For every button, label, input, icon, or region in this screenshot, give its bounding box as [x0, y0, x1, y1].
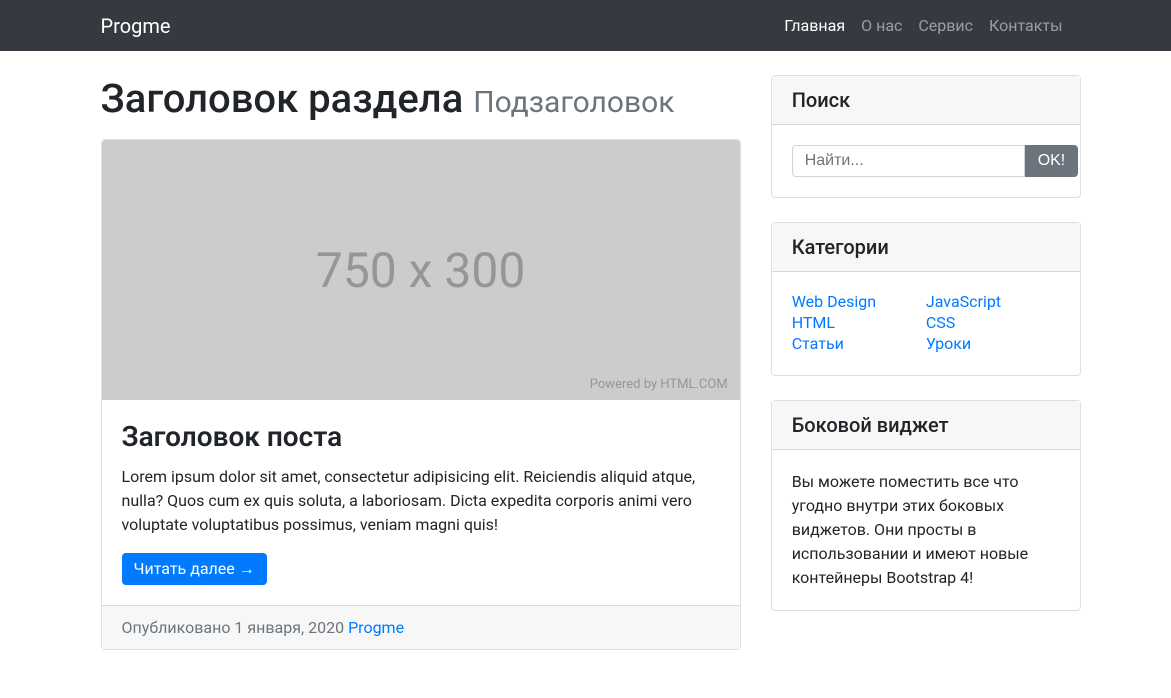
placeholder-credit: Powered by HTML.COM	[590, 377, 728, 392]
main-column: Заголовок раздела Подзаголовок 750 x 300…	[101, 75, 741, 674]
search-button[interactable]: OK!	[1025, 145, 1079, 177]
post-published-date: Опубликовано 1 января, 2020	[122, 618, 349, 637]
brand-link[interactable]: Progme	[101, 9, 171, 43]
nav-link-contacts[interactable]: Контакты	[981, 8, 1070, 43]
post-text: Lorem ipsum dolor sit amet, consectetur …	[122, 465, 720, 537]
list-item: Статьи	[792, 334, 926, 353]
nav-item-service[interactable]: Сервис	[910, 8, 981, 43]
list-item: CSS	[926, 313, 1060, 332]
nav-menu: Главная О нас Сервис Контакты	[776, 8, 1070, 43]
category-list-right: JavaScript CSS Уроки	[926, 292, 1060, 353]
category-list-left: Web Design HTML Статьи	[792, 292, 926, 353]
list-item: HTML	[792, 313, 926, 332]
page-title: Заголовок раздела	[101, 75, 464, 122]
nav-item-contacts[interactable]: Контакты	[981, 8, 1070, 43]
list-item: Web Design	[792, 292, 926, 311]
widget-text: Вы можете поместить все что угодно внутр…	[792, 470, 1060, 590]
post-image-placeholder[interactable]: 750 x 300 Powered by HTML.COM	[102, 140, 740, 400]
placeholder-dimensions: 750 x 300	[316, 242, 525, 299]
page-subtitle: Подзаголовок	[473, 85, 674, 120]
post-footer: Опубликовано 1 января, 2020 Progme	[102, 605, 740, 649]
search-header: Поиск	[772, 76, 1080, 125]
navbar: Progme Главная О нас Сервис Контакты	[0, 0, 1171, 51]
nav-item-home[interactable]: Главная	[776, 8, 853, 43]
category-link-lessons[interactable]: Уроки	[926, 334, 971, 353]
search-input[interactable]	[792, 145, 1025, 177]
read-more-button[interactable]: Читать далее →	[122, 553, 267, 585]
categories-card: Категории Web Design HTML Статьи JavaScr…	[771, 222, 1081, 376]
post-title: Заголовок поста	[122, 420, 720, 453]
search-card: Поиск OK!	[771, 75, 1081, 198]
category-link-html[interactable]: HTML	[792, 313, 835, 332]
nav-link-about[interactable]: О нас	[853, 8, 910, 43]
widget-card: Боковой виджет Вы можете поместить все ч…	[771, 400, 1081, 611]
category-link-web-design[interactable]: Web Design	[792, 292, 876, 311]
category-link-css[interactable]: CSS	[926, 313, 955, 332]
list-item: Уроки	[926, 334, 1060, 353]
nav-link-home[interactable]: Главная	[776, 8, 853, 43]
sidebar-column: Поиск OK! Категории Web Design HTML Стат…	[771, 75, 1081, 635]
post-author-link[interactable]: Progme	[348, 618, 404, 637]
widget-header: Боковой виджет	[772, 401, 1080, 450]
post-card: 750 x 300 Powered by HTML.COM Заголовок …	[101, 139, 741, 650]
categories-header: Категории	[772, 223, 1080, 272]
nav-item-about[interactable]: О нас	[853, 8, 910, 43]
category-link-articles[interactable]: Статьи	[792, 334, 844, 353]
list-item: JavaScript	[926, 292, 1060, 311]
category-link-javascript[interactable]: JavaScript	[926, 292, 1001, 311]
nav-link-service[interactable]: Сервис	[910, 8, 981, 43]
page-heading: Заголовок раздела Подзаголовок	[101, 75, 741, 123]
